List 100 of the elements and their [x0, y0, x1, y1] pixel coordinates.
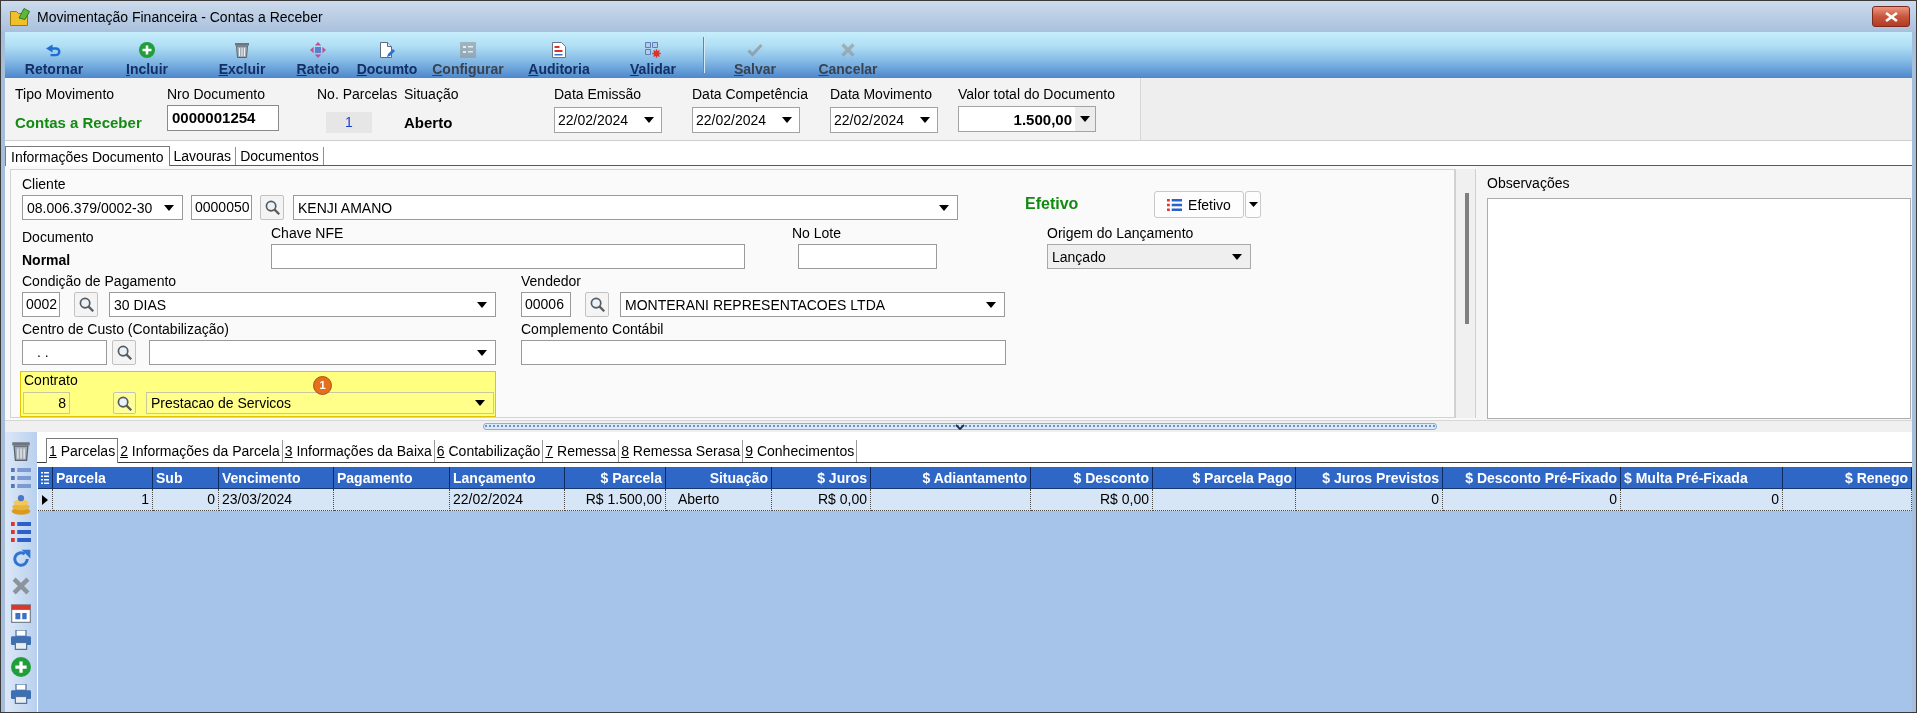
refresh-icon[interactable]	[11, 549, 31, 569]
toolbar-button[interactable]: Incluir	[113, 32, 181, 78]
column-header[interactable]: $ Desconto Pré-Fixado	[1443, 467, 1621, 488]
field-label: Chave NFE	[271, 224, 344, 242]
document-icon[interactable]	[379, 42, 395, 58]
field-label: No. Parcelas	[317, 86, 398, 102]
input-field[interactable]: . .	[22, 340, 107, 365]
toolbar-button[interactable]: Documto	[353, 32, 421, 78]
x-icon[interactable]	[11, 576, 31, 596]
input-field[interactable]: 0000050	[191, 195, 252, 220]
search-button[interactable]	[112, 340, 136, 365]
toolbar-button[interactable]: Validar	[619, 32, 687, 78]
column-header[interactable]: $ Juros Previstos	[1296, 467, 1443, 488]
search-icon	[589, 297, 605, 312]
tab[interactable]: 8 Remessa Serasa	[619, 440, 744, 462]
field-label: Centro de Custo (Contabilização)	[22, 320, 229, 338]
report-icon[interactable]	[551, 42, 567, 58]
amount-field[interactable]: 1.500,00	[958, 106, 1096, 132]
search-button[interactable]	[260, 195, 284, 220]
list-icon[interactable]	[11, 468, 31, 488]
search-button[interactable]	[585, 292, 609, 317]
dropdown-button[interactable]	[1245, 191, 1261, 218]
field-label: Documento	[22, 228, 94, 246]
tab[interactable]: Lavouras	[169, 147, 237, 165]
input-field[interactable]: 0002	[22, 292, 60, 317]
row-selector[interactable]	[38, 489, 53, 511]
bullet-list-icon	[1167, 198, 1183, 211]
column-header[interactable]: $ Juros	[772, 467, 871, 488]
coins-icon[interactable]	[11, 495, 31, 515]
scrollbar-thumb[interactable]	[1465, 193, 1469, 324]
toolbar-button[interactable]: Excluir	[208, 32, 276, 78]
grid-gear-icon[interactable]	[645, 42, 661, 58]
table-row[interactable]: 1 0 23/03/2024 22/02/2024 R$ 1.500,00 Aberto R$ 0,00 R$ 0,00 0 0 0	[38, 489, 1912, 511]
field-label: Contrato	[24, 372, 78, 388]
tab[interactable]: 9 Conhecimentos	[743, 440, 858, 462]
tab[interactable]: 7 Remessa	[543, 440, 620, 462]
column-header[interactable]: Situação	[666, 467, 772, 488]
move-arrows-icon[interactable]	[310, 42, 326, 58]
dropdown[interactable]	[149, 340, 496, 365]
date-picker[interactable]: 22/02/2024	[692, 107, 800, 133]
input-field[interactable]	[521, 340, 1006, 365]
field-label: Complemento Contábil	[521, 320, 664, 338]
column-header[interactable]: $ Desconto	[1031, 467, 1153, 488]
date-picker[interactable]: 22/02/2024	[830, 107, 938, 133]
count-field: 1	[326, 112, 372, 133]
toolbar-button[interactable]: Rateio	[284, 32, 352, 78]
column-header[interactable]: $ Renego	[1783, 467, 1912, 488]
tab[interactable]: 3 Informações da Baixa	[282, 440, 435, 462]
dropdown[interactable]: 08.006.379/0002-30	[22, 195, 183, 220]
close-icon[interactable]	[1884, 11, 1898, 22]
tab[interactable]: Documentos	[236, 147, 324, 165]
splitter-handle[interactable]	[483, 423, 1437, 430]
status-text: Efetivo	[1025, 195, 1080, 213]
column-header[interactable]: $ Adiantamento	[871, 467, 1031, 488]
return-arrow-icon[interactable]	[46, 42, 62, 58]
column-header[interactable]: Lançamento	[450, 467, 565, 488]
trash-icon[interactable]	[234, 42, 250, 58]
column-header[interactable]: Parcela	[53, 467, 153, 488]
input-field[interactable]: 00006	[521, 292, 571, 317]
tab[interactable]: 2 Informações da Parcela	[118, 440, 283, 462]
input-field[interactable]	[271, 244, 745, 269]
toolbar-button[interactable]: Auditoria	[525, 32, 593, 78]
input-field[interactable]	[798, 244, 937, 269]
column-header[interactable]: $ Parcela	[565, 467, 666, 488]
printer-icon[interactable]	[11, 684, 31, 704]
trash-icon[interactable]	[11, 441, 31, 461]
dropdown-arrow-icon	[1248, 202, 1258, 207]
search-button[interactable]	[74, 292, 98, 317]
dropdown-arrow-icon	[939, 204, 949, 211]
field-value: Normal	[22, 251, 71, 269]
date-picker[interactable]: 22/02/2024	[554, 107, 662, 133]
toolbar-button[interactable]: Retornar	[20, 32, 88, 78]
tab[interactable]: Informações Documento	[5, 146, 170, 166]
bullet-list-icon[interactable]	[11, 522, 31, 542]
dropdown[interactable]: MONTERANI REPRESENTACOES LTDA	[620, 292, 1005, 317]
tab[interactable]: 1 Parcelas	[46, 438, 119, 463]
search-button[interactable]	[113, 392, 136, 414]
field-label: Observações	[1487, 174, 1570, 192]
status-button[interactable]: Efetivo	[1154, 191, 1244, 218]
field-label: Data Competência	[692, 86, 808, 102]
printer-icon[interactable]	[11, 630, 31, 650]
close-button[interactable]	[1872, 6, 1910, 27]
plus-icon[interactable]	[11, 657, 31, 677]
dropdown[interactable]: KENJI AMANO	[293, 195, 958, 220]
dropdown-arrow-icon	[477, 349, 487, 356]
column-header[interactable]: Sub	[153, 467, 219, 488]
calendar-icon[interactable]	[11, 603, 31, 623]
column-header[interactable]: Pagamento	[334, 467, 450, 488]
column-header[interactable]: $ Parcela Pago	[1153, 467, 1296, 488]
table-cell: R$ 0,00	[772, 489, 871, 511]
column-header[interactable]: $ Multa Pré-Fixada	[1621, 467, 1783, 488]
input-field[interactable]: 0000001254	[167, 105, 279, 131]
input-field[interactable]: 8	[23, 392, 70, 414]
dropdown[interactable]: Prestacao de Servicos	[146, 392, 494, 414]
column-header[interactable]: Vencimento	[219, 467, 334, 488]
search-icon	[264, 200, 280, 215]
dropdown[interactable]: 30 DIAS	[109, 292, 496, 317]
dropdown[interactable]: Lançado	[1047, 244, 1251, 269]
tab[interactable]: 6 Contabilização	[434, 440, 544, 462]
plus-icon[interactable]	[139, 42, 155, 58]
